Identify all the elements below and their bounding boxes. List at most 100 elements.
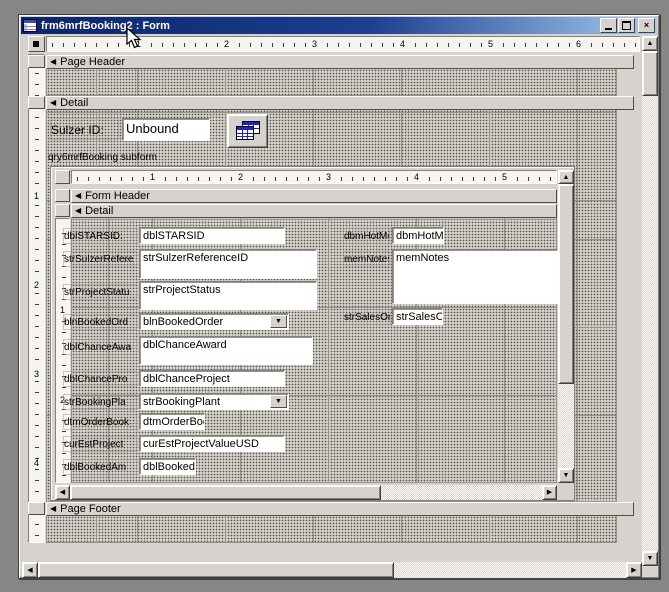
ruler-number: 2 bbox=[223, 40, 230, 49]
section-arrow-icon: ◀ bbox=[50, 58, 56, 66]
vscroll-track bbox=[642, 96, 658, 551]
label-dblBookedAm[interactable]: dblBookedAm bbox=[63, 459, 137, 475]
section-bar-page-header[interactable]: ◀ Page Header bbox=[46, 55, 634, 69]
subform-form-header-selector[interactable] bbox=[55, 189, 70, 202]
vertical-ruler[interactable]: 1 2 3 4 bbox=[28, 54, 45, 543]
section-arrow-icon: ◀ bbox=[50, 505, 56, 513]
titlebar[interactable]: frm6mrfBooking2 : Form × bbox=[21, 17, 657, 34]
label-strSulzerReferenceID[interactable]: strSulzerRefere bbox=[63, 251, 137, 267]
subform-detail-selector[interactable] bbox=[55, 204, 70, 217]
label-subform-caption[interactable]: qry6mrfBooking subform bbox=[48, 152, 161, 165]
section-arrow-icon: ◀ bbox=[75, 207, 81, 215]
textbox-strProjectStatus[interactable]: strProjectStatus bbox=[139, 281, 317, 310]
ruler-number: 4 bbox=[413, 173, 420, 182]
subform-hscroll-track bbox=[381, 485, 542, 500]
scroll-right-button[interactable]: ▶ bbox=[626, 562, 642, 578]
page-footer-selector[interactable] bbox=[28, 502, 45, 515]
ruler-number: 1 bbox=[33, 192, 40, 201]
page-header-grid[interactable] bbox=[46, 69, 617, 96]
label-sulzer-id[interactable]: Sulzer ID: bbox=[50, 118, 119, 140]
form-selector-box[interactable] bbox=[28, 36, 45, 52]
subform-control[interactable]: 12345 ◀ Form Header ◀ Detail 12 ▲ ▼ ◀ ▶ … bbox=[50, 166, 575, 501]
dropdown-arrow-icon[interactable]: ▼ bbox=[270, 315, 287, 328]
label-blnBookedOrder[interactable]: blnBookedOrd bbox=[63, 314, 137, 330]
subform-vscroll-thumb[interactable] bbox=[558, 184, 574, 384]
section-label: Page Footer bbox=[60, 503, 121, 515]
maximize-icon bbox=[622, 21, 631, 30]
subform-scroll-down-button[interactable]: ▼ bbox=[558, 468, 574, 483]
label-memNotes[interactable]: memNotes: bbox=[343, 251, 390, 267]
label-dblChanceAward[interactable]: dblChanceAwa bbox=[63, 339, 137, 355]
detail-selector[interactable] bbox=[28, 96, 45, 109]
ruler-number: 2 bbox=[237, 173, 244, 182]
combo-strBookingPlant[interactable]: strBookingPlant▼ bbox=[139, 393, 289, 410]
label-dblChanceProject[interactable]: dblChancePro bbox=[63, 371, 137, 387]
ruler-number: 1 bbox=[135, 40, 142, 49]
label-strBookingPlant[interactable]: strBookingPla bbox=[63, 394, 137, 410]
section-arrow-icon: ◀ bbox=[75, 192, 81, 200]
close-icon: × bbox=[644, 21, 649, 30]
ruler-number: 5 bbox=[501, 173, 508, 182]
ruler-number: 4 bbox=[399, 40, 406, 49]
subform-horizontal-ruler[interactable]: 12345 bbox=[71, 170, 557, 184]
maximize-button[interactable] bbox=[618, 18, 635, 33]
scroll-down-button[interactable]: ▼ bbox=[642, 551, 658, 566]
combo-blnBookedOrder[interactable]: blnBookedOrder▼ bbox=[139, 313, 289, 330]
ruler-number: 2 bbox=[33, 281, 40, 290]
close-button[interactable]: × bbox=[638, 18, 655, 33]
subform-scroll-up-button[interactable]: ▲ bbox=[558, 170, 574, 184]
form-window-icon bbox=[23, 19, 37, 32]
textbox-dbmHotMonth[interactable]: dbmHotMor bbox=[392, 227, 444, 244]
datasheet-button[interactable] bbox=[227, 114, 268, 148]
textbox-dblBookedAm[interactable]: dblBookedAm bbox=[139, 458, 196, 475]
section-label: Detail bbox=[60, 97, 88, 109]
section-arrow-icon: ◀ bbox=[50, 99, 56, 107]
subform-selector-box[interactable] bbox=[55, 170, 70, 184]
textbox-strSalesOrder[interactable]: strSalesOrd bbox=[392, 308, 443, 325]
scroll-left-button[interactable]: ◀ bbox=[22, 562, 38, 578]
label-dbmHotMonth[interactable]: dbmHotMonth bbox=[343, 228, 390, 244]
subform-hscroll-thumb[interactable] bbox=[70, 485, 381, 500]
textbox-sulzer-id[interactable]: Unbound bbox=[122, 118, 210, 141]
section-bar-detail[interactable]: ◀ Detail bbox=[46, 96, 634, 110]
subform-vscroll-track bbox=[558, 384, 574, 468]
ruler-number: 4 bbox=[33, 459, 40, 468]
ruler-number: 3 bbox=[33, 370, 40, 379]
textbox-dtmOrderBook[interactable]: dtmOrderBook bbox=[139, 413, 205, 430]
section-label: Page Header bbox=[60, 56, 125, 68]
textbox-memNotes[interactable]: memNotes bbox=[392, 249, 558, 304]
hscroll-thumb[interactable] bbox=[38, 562, 394, 578]
dropdown-arrow-icon[interactable]: ▼ bbox=[270, 395, 287, 408]
datasheet-icon bbox=[235, 120, 261, 142]
ruler-number: 5 bbox=[487, 40, 494, 49]
label-dtmOrderBook[interactable]: dtmOrderBook bbox=[63, 414, 137, 430]
form-selected-dot bbox=[33, 41, 39, 47]
horizontal-ruler[interactable]: 1 2 3 4 5 6 bbox=[46, 36, 640, 52]
page-header-selector[interactable] bbox=[28, 55, 45, 68]
minimize-icon bbox=[605, 28, 612, 30]
page-footer-grid[interactable] bbox=[46, 516, 617, 543]
section-bar-subform-detail[interactable]: ◀ Detail bbox=[71, 204, 557, 218]
section-bar-page-footer[interactable]: ◀ Page Footer bbox=[46, 502, 634, 516]
textbox-dblChanceProject[interactable]: dblChanceProject bbox=[139, 370, 285, 387]
label-strProjectStatus[interactable]: strProjectStatu bbox=[63, 284, 137, 300]
vscroll-thumb[interactable] bbox=[642, 51, 658, 96]
label-dblSTARSID[interactable]: dblSTARSID: bbox=[63, 228, 137, 244]
section-label: Form Header bbox=[85, 190, 150, 202]
textbox-strSulzerReferenceID[interactable]: strSulzerReferenceID bbox=[139, 249, 317, 279]
label-curEstProjectValueUSD[interactable]: curEstProject bbox=[63, 436, 137, 452]
desktop: frm6mrfBooking2 : Form × 1 2 3 4 5 6 1 2 3 4 ◀ P… bbox=[0, 0, 669, 592]
label-strSalesOrder[interactable]: strSalesOrder bbox=[343, 309, 391, 325]
textbox-dblSTARSID[interactable]: dblSTARSID bbox=[139, 227, 285, 244]
ruler-number: 3 bbox=[311, 40, 318, 49]
textbox-dblChanceAward[interactable]: dblChanceAward bbox=[139, 336, 313, 365]
window-title: frm6mrfBooking2 : Form bbox=[41, 20, 599, 32]
textbox-curEstProjectValueUSD[interactable]: curEstProjectValueUSD bbox=[139, 435, 285, 452]
scroll-up-button[interactable]: ▲ bbox=[642, 36, 658, 51]
section-label: Detail bbox=[85, 205, 113, 217]
subform-scroll-left-button[interactable]: ◀ bbox=[55, 485, 70, 500]
ruler-number: 6 bbox=[575, 40, 582, 49]
subform-scroll-right-button[interactable]: ▶ bbox=[542, 485, 557, 500]
section-bar-form-header[interactable]: ◀ Form Header bbox=[71, 189, 557, 203]
minimize-button[interactable] bbox=[600, 18, 617, 33]
